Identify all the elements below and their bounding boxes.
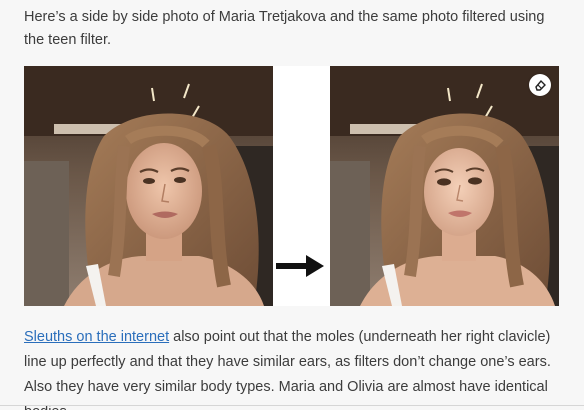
original-photo	[24, 66, 273, 306]
teen-filtered-photo	[330, 66, 559, 306]
sleuths-link[interactable]: Sleuths on the internet	[24, 329, 169, 345]
body-paragraph: Sleuths on the internet also point out t…	[24, 325, 564, 410]
eraser-icon[interactable]	[529, 74, 551, 96]
arrow-right-icon	[274, 254, 326, 278]
intro-paragraph: Here’s a side by side photo of Maria Tre…	[24, 9, 545, 48]
filtered-photo-illustration	[330, 66, 559, 306]
comparison-figure	[24, 66, 559, 306]
article-page: Here’s a side by side photo of Maria Tre…	[0, 0, 584, 410]
original-photo-illustration	[24, 66, 273, 306]
divider	[0, 405, 584, 406]
